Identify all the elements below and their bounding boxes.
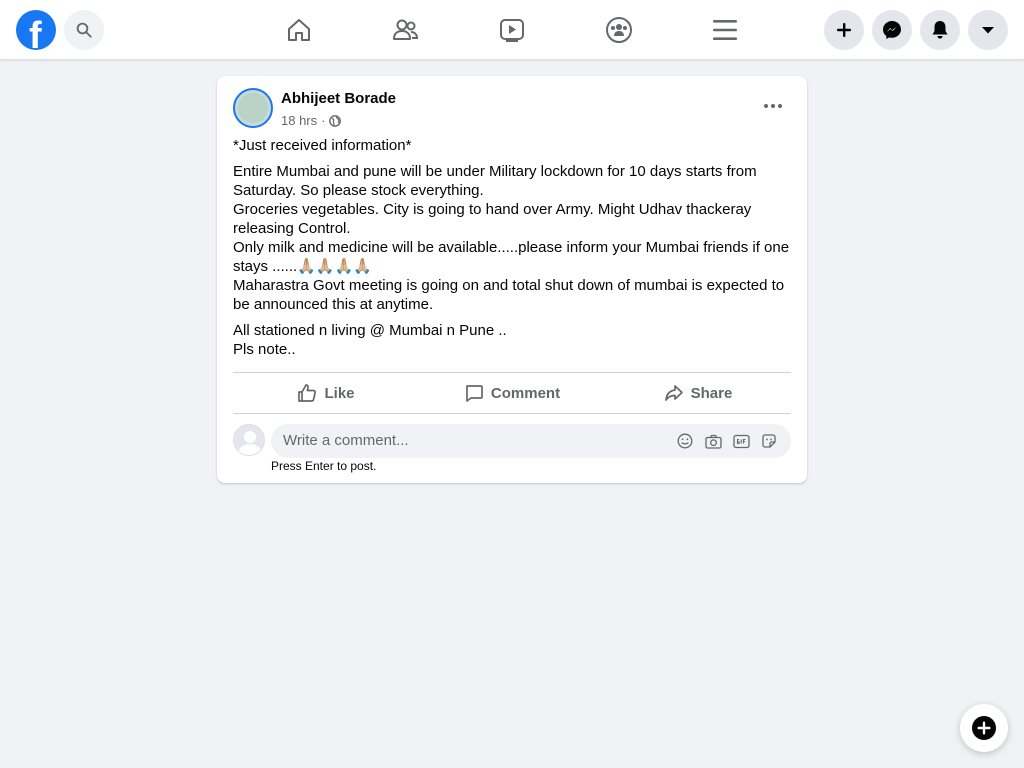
comment-input[interactable]: Write a comment... (271, 424, 791, 458)
share-icon (664, 385, 683, 401)
nav-groups[interactable] (603, 14, 635, 46)
comment-label: Comment (490, 384, 561, 402)
create-button[interactable] (824, 10, 864, 50)
compose-plus-icon (972, 716, 996, 740)
comment-button[interactable]: Comment (419, 373, 605, 413)
share-label: Share (690, 384, 733, 402)
messenger-icon (883, 21, 901, 39)
post-options-button[interactable] (757, 92, 789, 120)
account-button[interactable] (968, 10, 1008, 50)
post-meta: 18 hrs · (281, 113, 342, 128)
author-avatar-image (238, 93, 268, 123)
nav-watch[interactable] (496, 14, 528, 46)
notifications-button[interactable] (920, 10, 960, 50)
menu-icon (713, 20, 737, 40)
watch-icon (500, 19, 524, 42)
nav-home[interactable] (283, 14, 315, 46)
nav-friends[interactable] (389, 14, 421, 46)
comment-hint: Press Enter to post. (271, 459, 377, 473)
nav-menu[interactable] (709, 14, 741, 46)
smiley-icon (677, 433, 693, 449)
sticker-icon (762, 434, 776, 448)
post-actions-bar: Like Comment Share (233, 372, 791, 414)
facebook-logo[interactable]: f (16, 10, 56, 50)
gif-icon (732, 434, 750, 448)
top-navigation-bar: f (0, 0, 1024, 60)
like-label: Like (324, 384, 355, 402)
comment-placeholder: Write a comment... (283, 432, 409, 449)
more-options-icon (764, 104, 782, 108)
photo-button[interactable] (703, 431, 723, 451)
post-author-name[interactable]: Abhijeet Borade (281, 90, 396, 107)
search-button[interactable] (64, 10, 104, 50)
messenger-button[interactable] (872, 10, 912, 50)
default-avatar-icon (238, 431, 262, 455)
search-icon (76, 22, 92, 38)
post-time[interactable]: 18 hrs (281, 113, 317, 128)
facebook-logo-letter: f (29, 15, 42, 50)
share-button[interactable]: Share (605, 373, 791, 413)
post-paragraph: Entire Mumbai and pune will be under Mil… (233, 163, 790, 313)
plus-icon (837, 23, 851, 37)
user-avatar[interactable] (233, 424, 265, 456)
author-avatar[interactable] (233, 88, 273, 128)
post-paragraph: All stationed n living @ Mumbai n Pune .… (233, 322, 507, 358)
camera-icon (704, 434, 722, 449)
comment-composer: Write a comment... (233, 424, 791, 458)
post-meta-separator: · (321, 113, 326, 128)
like-button[interactable]: Like (233, 373, 419, 413)
comment-icon (466, 385, 483, 402)
home-icon (288, 19, 310, 41)
bell-icon (932, 21, 948, 39)
globe-icon (329, 114, 342, 127)
thumbs-up-icon (298, 384, 317, 402)
sticker-button[interactable] (759, 431, 779, 451)
gif-button[interactable] (731, 431, 751, 451)
emoji-button[interactable] (675, 431, 695, 451)
groups-icon (606, 17, 632, 43)
caret-down-icon (982, 27, 994, 34)
post-paragraph: *Just received information* (233, 137, 412, 154)
friends-icon (393, 19, 419, 40)
post-body: *Just received information* Entire Mumba… (233, 136, 793, 366)
new-message-button[interactable] (960, 704, 1008, 752)
post-card: Abhijeet Borade 18 hrs · *Just received … (217, 76, 807, 483)
